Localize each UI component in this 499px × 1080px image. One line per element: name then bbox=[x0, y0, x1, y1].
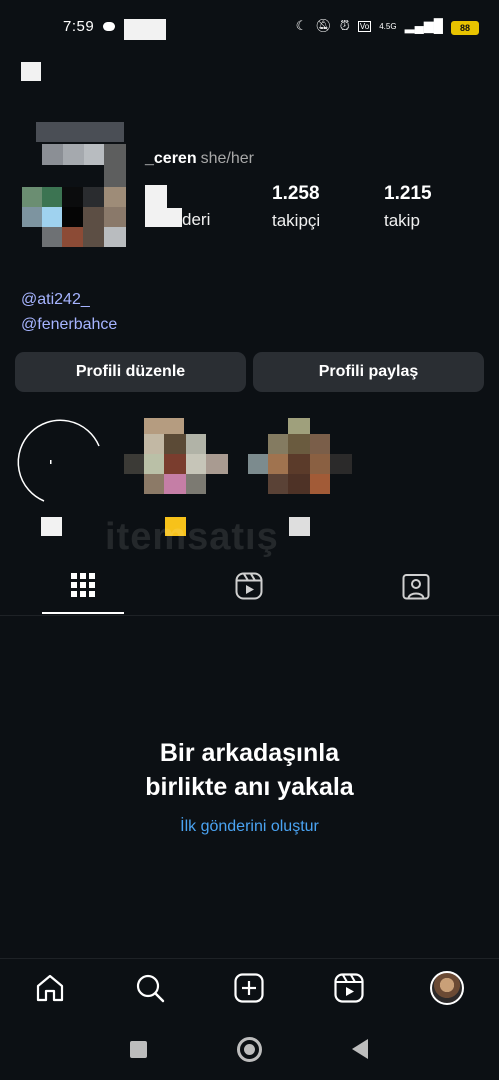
status-time: 7:59 bbox=[63, 18, 95, 35]
home-button[interactable] bbox=[237, 1037, 262, 1062]
username-text: _ceren bbox=[145, 150, 197, 167]
create-icon bbox=[234, 973, 264, 1003]
empty-state-title: Bir arkadaşınla birlikte anı yakala bbox=[0, 736, 499, 804]
empty-title-line-2: birlikte anı yakala bbox=[145, 773, 354, 801]
bio-link-2[interactable]: @fenerbahce bbox=[21, 316, 117, 334]
reels-nav-icon bbox=[334, 973, 364, 1003]
tagged-icon bbox=[402, 574, 430, 600]
empty-title-line-1: Bir arkadaşınla bbox=[159, 739, 340, 767]
highlight-3[interactable] bbox=[248, 418, 352, 496]
following-count: 1.215 bbox=[384, 183, 432, 204]
share-profile-button[interactable]: Profili paylaş bbox=[253, 352, 484, 392]
chat-status-icon bbox=[103, 22, 115, 31]
network-label: 4.5G bbox=[379, 21, 397, 31]
followers-stat[interactable]: 1.258 takipçi bbox=[272, 183, 320, 231]
recent-apps-button[interactable] bbox=[130, 1041, 147, 1058]
grid-icon bbox=[71, 573, 95, 597]
watermark: itemsatış bbox=[105, 516, 279, 558]
following-label: takip bbox=[384, 211, 420, 230]
highlight-ring-icon bbox=[17, 419, 100, 502]
tab-reels[interactable] bbox=[235, 572, 263, 600]
edit-profile-button[interactable]: Profili düzenle bbox=[15, 352, 246, 392]
tab-grid[interactable] bbox=[71, 573, 95, 597]
nav-create[interactable] bbox=[234, 973, 264, 1008]
followers-label: takipçi bbox=[272, 211, 321, 230]
posts-label-partial: deri bbox=[182, 210, 211, 229]
profile-username: _ceren she/her bbox=[145, 150, 254, 168]
highlight-2[interactable] bbox=[124, 418, 228, 496]
back-button[interactable] bbox=[352, 1039, 368, 1059]
alarm-icon: ⏰︎ bbox=[339, 18, 350, 33]
highlight-label-3 bbox=[289, 517, 310, 536]
moon-icon: ☾ bbox=[295, 18, 308, 33]
status-icons: ☾ 🔕︎ ⏰︎ Vo 4.5G ▂▄▆█ bbox=[296, 18, 443, 34]
following-stat[interactable]: 1.215 takip bbox=[384, 183, 432, 231]
pronouns-text: she/her bbox=[200, 150, 254, 167]
followers-count: 1.258 bbox=[272, 183, 320, 204]
bottom-nav bbox=[0, 958, 499, 1024]
nav-home[interactable] bbox=[35, 973, 65, 1008]
tab-tagged[interactable] bbox=[402, 572, 430, 600]
highlight-new[interactable] bbox=[14, 416, 104, 506]
create-first-post-link[interactable]: İlk gönderini oluştur bbox=[0, 818, 499, 836]
signal-icon: ▂▄▆█ bbox=[404, 18, 443, 33]
active-tab-indicator bbox=[42, 612, 124, 614]
volte-icon: Vo bbox=[357, 20, 372, 32]
home-icon bbox=[36, 974, 64, 1002]
tabs-divider bbox=[0, 615, 499, 616]
highlight-label-1 bbox=[41, 517, 62, 536]
nav-profile[interactable] bbox=[430, 971, 464, 1005]
redacted-status-block bbox=[124, 19, 166, 40]
profile-avatar bbox=[430, 971, 464, 1005]
bio-link-1[interactable]: @ati242_ bbox=[21, 291, 90, 309]
nav-reels[interactable] bbox=[334, 973, 364, 1008]
redacted-posts-label bbox=[164, 208, 182, 227]
mute-icon: 🔕︎ bbox=[315, 18, 332, 33]
profile-avatar-large[interactable] bbox=[22, 122, 126, 247]
search-icon bbox=[136, 974, 165, 1003]
header-placeholder-icon[interactable] bbox=[21, 62, 41, 81]
system-nav-bar bbox=[0, 1023, 499, 1080]
battery-icon: 88 bbox=[451, 21, 479, 35]
reels-icon bbox=[235, 572, 263, 600]
nav-search[interactable] bbox=[135, 973, 165, 1008]
